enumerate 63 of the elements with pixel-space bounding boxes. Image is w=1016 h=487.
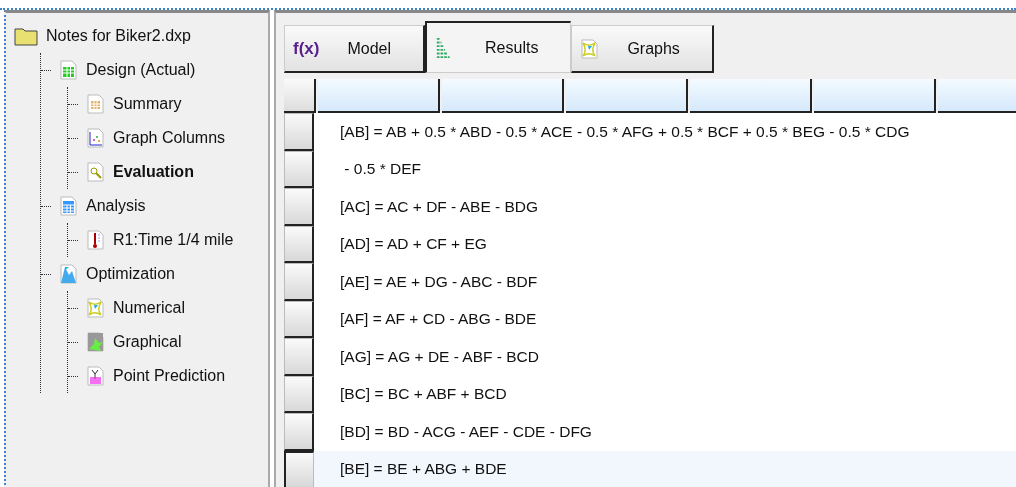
grid-row[interactable]: [AD] = AD + CF + EG: [284, 225, 1016, 263]
grid-row[interactable]: [AC] = AC + DF - ABE - BDG: [284, 188, 1016, 226]
row-header[interactable]: [284, 113, 314, 151]
alias-equation: [AF] = AF + CD - ABG - BDE: [339, 310, 537, 329]
tree-item[interactable]: Design (Actual): [86, 61, 196, 79]
column-header[interactable]: [318, 79, 440, 113]
tree-item[interactable]: Analysis: [86, 197, 146, 215]
alias-equation: - 0.5 * DEF: [343, 160, 421, 179]
calculator-icon: [59, 196, 78, 216]
tab[interactable]: Graphs: [571, 25, 714, 73]
grid-row[interactable]: [BE] = BE + ABG + BDE: [284, 450, 1016, 487]
point-icon: [86, 366, 105, 386]
tree-item[interactable]: Evaluation: [113, 163, 194, 181]
grid-row[interactable]: [BC] = BC + ABF + BCD: [284, 375, 1016, 413]
magnifier-icon: [86, 162, 105, 182]
grid-row[interactable]: [AE] = AE + DG - ABC - BDF: [284, 263, 1016, 301]
row-header[interactable]: [284, 225, 314, 263]
tree-item[interactable]: Optimization: [86, 265, 175, 283]
tree-item[interactable]: Graph Columns: [113, 129, 226, 147]
alias-equation: [BD] = BD - ACG - AEF - CDE - DFG: [339, 422, 592, 441]
alias-equation: [AC] = AC + DF - ABE - BDG: [339, 197, 539, 216]
column-header[interactable]: [566, 79, 688, 113]
tab[interactable]: Results: [425, 21, 572, 73]
tree-item[interactable]: Numerical: [113, 299, 185, 317]
grid-row[interactable]: - 0.5 * DEF: [284, 150, 1016, 188]
row-header[interactable]: [284, 450, 314, 487]
alias-equation: [BC] = BC + ABF + BCD: [339, 385, 507, 404]
row-header[interactable]: [284, 413, 314, 451]
function-icon: f(x): [293, 38, 320, 59]
alias-equation: [AE] = AE + DG - ABC - BDF: [339, 272, 538, 291]
table-icon: [86, 94, 105, 114]
alias-equation: [AG] = AG + DE - ABF - BCD: [339, 347, 539, 366]
blob-icon: [86, 332, 105, 352]
row-header[interactable]: [284, 263, 314, 301]
row-header[interactable]: [284, 150, 314, 188]
spreadsheet-icon: [59, 60, 78, 80]
folder-icon: [14, 26, 38, 46]
tree-item[interactable]: Point Prediction: [113, 367, 226, 385]
column-header[interactable]: [814, 79, 936, 113]
tree-item[interactable]: Notes for Biker2.dxp: [46, 27, 191, 45]
row-header[interactable]: [284, 338, 314, 376]
tree-item[interactable]: Graphical: [113, 333, 182, 351]
grid-row[interactable]: [BD] = BD - ACG - AEF - CDE - DFG: [284, 413, 1016, 451]
column-header[interactable]: [690, 79, 812, 113]
tab[interactable]: f(x) Model: [284, 25, 426, 73]
mountain-icon: [59, 264, 78, 284]
row-header[interactable]: [284, 188, 314, 226]
alias-equation: [AB] = AB + 0.5 * ABD - 0.5 * ACE - 0.5 * AFG + 0.5 * BCF + 0.5 * BEG - 0.5 * CDG: [339, 122, 910, 141]
column-header[interactable]: [442, 79, 564, 113]
thermometer-icon: [86, 230, 105, 250]
corner-header: [284, 79, 316, 113]
row-header[interactable]: [284, 300, 314, 338]
grid-row[interactable]: [AB] = AB + 0.5 * ABD - 0.5 * ACE - 0.5 * AFG + 0.5 * BCF + 0.5 * BEG - 0.5 * CDG: [284, 113, 1016, 151]
tree-item[interactable]: R1:Time 1/4 mile: [113, 231, 234, 249]
alias-equation: [AD] = AD + CF + EG: [339, 235, 487, 254]
tree-item[interactable]: Summary: [113, 95, 182, 113]
scatter-icon: [86, 128, 105, 148]
alias-equation: [BE] = BE + ABG + BDE: [339, 460, 507, 479]
grid-row[interactable]: [AF] = AF + CD - ABG - BDE: [284, 300, 1016, 338]
row-header[interactable]: [284, 375, 314, 413]
grid-row[interactable]: [AG] = AG + DE - ABF - BCD: [284, 338, 1016, 376]
contour-icon: [580, 38, 600, 59]
contour-icon: [86, 298, 105, 318]
